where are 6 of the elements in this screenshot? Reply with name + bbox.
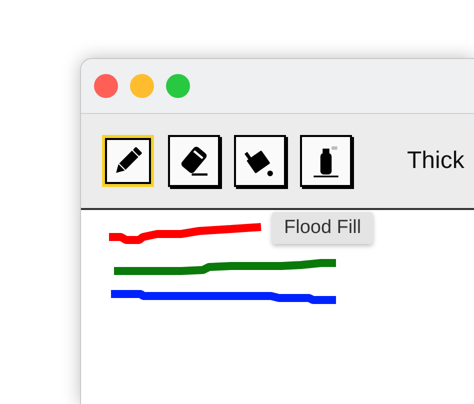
tooltip: Flood Fill bbox=[272, 212, 374, 244]
tool-button[interactable] bbox=[168, 135, 220, 187]
close-button[interactable] bbox=[94, 74, 118, 98]
thickness-label: Thick bbox=[407, 147, 464, 175]
tool-button[interactable] bbox=[300, 135, 352, 187]
tool-button[interactable] bbox=[234, 135, 286, 187]
